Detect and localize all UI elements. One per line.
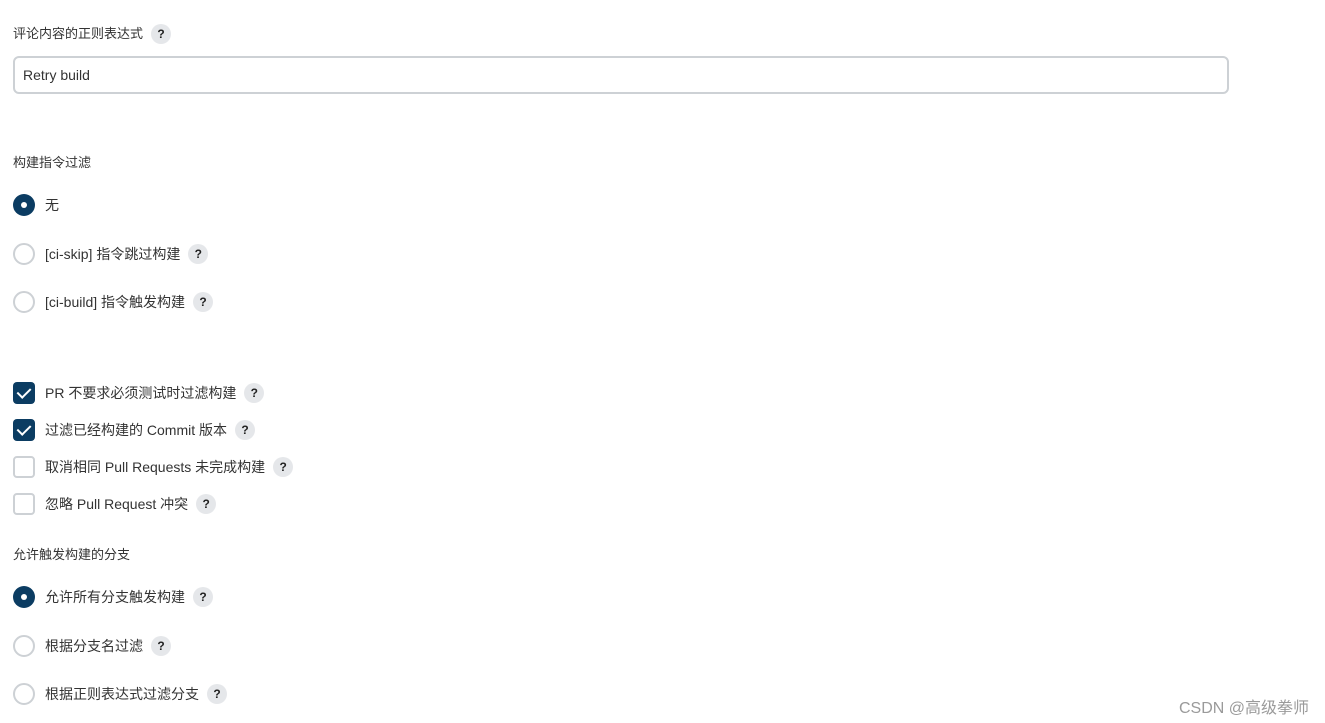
radio-button[interactable]: [13, 243, 35, 265]
checkbox[interactable]: [13, 493, 35, 515]
checkbox-cancel-pending[interactable]: 取消相同 Pull Requests 未完成构建 ?: [13, 456, 294, 478]
checkbox-label[interactable]: 忽略 Pull Request 冲突: [45, 494, 188, 514]
checkbox-pr-filter[interactable]: PR 不要求必须测试时过滤构建 ?: [13, 382, 265, 404]
branch-trigger-label: 允许触发构建的分支: [13, 547, 131, 562]
help-icon[interactable]: ?: [193, 587, 213, 607]
checkbox-filter-built-commit[interactable]: 过滤已经构建的 Commit 版本 ?: [13, 419, 255, 441]
checkbox-label[interactable]: 过滤已经构建的 Commit 版本: [45, 420, 227, 440]
radio-label[interactable]: [ci-build] 指令触发构建: [45, 292, 185, 312]
comment-regex-label: 评论内容的正则表达式: [13, 26, 144, 41]
help-icon[interactable]: ?: [151, 636, 171, 656]
radio-option-regex-branch-filter[interactable]: 根据正则表达式过滤分支 ?: [13, 683, 227, 705]
radio-option-none[interactable]: 无: [13, 194, 67, 216]
radio-option-ci-build[interactable]: [ci-build] 指令触发构建 ?: [13, 291, 214, 313]
radio-label[interactable]: [ci-skip] 指令跳过构建: [45, 244, 180, 264]
comment-regex-header: 评论内容的正则表达式 ?: [13, 24, 172, 44]
radio-option-branch-name-filter[interactable]: 根据分支名过滤 ?: [13, 635, 171, 657]
help-icon[interactable]: ?: [196, 494, 217, 514]
checkbox-label[interactable]: 取消相同 Pull Requests 未完成构建: [45, 457, 265, 477]
help-icon[interactable]: ?: [235, 420, 255, 440]
checkbox[interactable]: [13, 419, 35, 441]
radio-button[interactable]: [13, 586, 35, 608]
radio-button[interactable]: [13, 635, 35, 657]
radio-option-ci-skip[interactable]: [ci-skip] 指令跳过构建 ?: [13, 243, 209, 265]
comment-regex-input[interactable]: [13, 56, 1229, 94]
checkbox-ignore-conflict[interactable]: 忽略 Pull Request 冲突 ?: [13, 493, 217, 515]
radio-option-all-branches[interactable]: 允许所有分支触发构建 ?: [13, 586, 213, 608]
radio-button[interactable]: [13, 291, 35, 313]
radio-button[interactable]: [13, 194, 35, 216]
radio-button[interactable]: [13, 683, 35, 705]
help-icon[interactable]: ?: [188, 244, 209, 264]
help-icon[interactable]: ?: [273, 457, 294, 477]
radio-label[interactable]: 根据分支名过滤: [45, 636, 143, 656]
checkbox[interactable]: [13, 382, 35, 404]
help-icon[interactable]: ?: [151, 24, 172, 44]
checkbox-label[interactable]: PR 不要求必须测试时过滤构建: [45, 383, 236, 403]
watermark: CSDN @高级拳师: [1178, 700, 1309, 717]
radio-label[interactable]: 无: [45, 195, 59, 215]
checkbox[interactable]: [13, 456, 35, 478]
help-icon[interactable]: ?: [193, 292, 214, 312]
help-icon[interactable]: ?: [244, 383, 265, 403]
radio-label[interactable]: 根据正则表达式过滤分支: [45, 684, 199, 704]
radio-label[interactable]: 允许所有分支触发构建: [45, 587, 185, 607]
help-icon[interactable]: ?: [207, 684, 227, 704]
build-command-filter-label: 构建指令过滤: [13, 155, 92, 170]
